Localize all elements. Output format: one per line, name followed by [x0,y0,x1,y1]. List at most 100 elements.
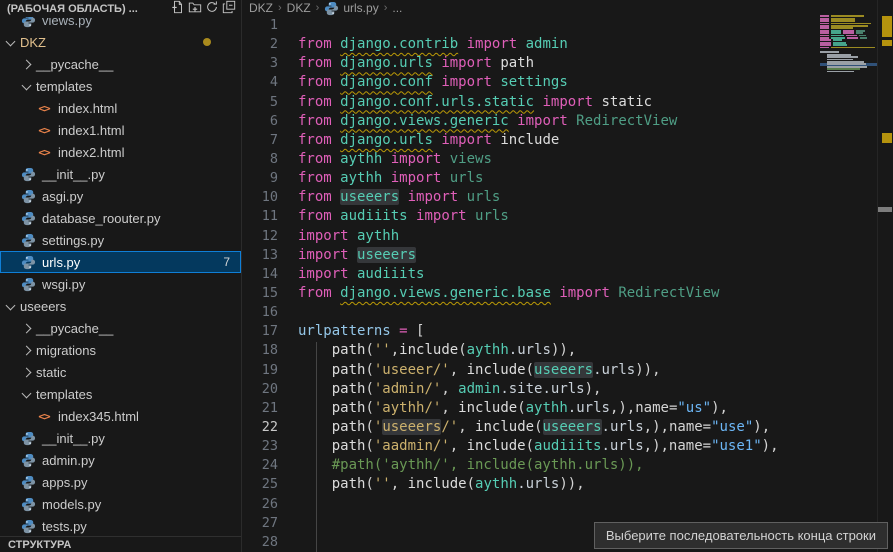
code-line-5[interactable]: 5from django.conf.urls.static import sta… [242,93,893,112]
code-token: urls [467,208,509,224]
code-line-21[interactable]: 21 path('aythh/', include(aythh.urls,),n… [242,399,893,418]
file-item-index-html[interactable]: <>index.html [0,97,241,119]
code-line-18[interactable]: 18 path('',include(aythh.urls)), [242,341,893,360]
code-token: include [458,400,517,416]
code-line-13[interactable]: 13import useeers [242,246,893,265]
code-token: ( [365,362,373,378]
chevron-down-icon[interactable] [20,387,34,401]
code-line-24[interactable]: 24 #path('aythh/', include(aythh.urls)), [242,456,893,475]
explorer-sidebar: (РАБОЧАЯ ОБЛАСТЬ) ... views.pyDKZ__pycac… [0,0,242,552]
python-file-icon [324,1,339,16]
folder-item-templates[interactable]: templates [0,383,241,405]
code-line-4[interactable]: 4from django.conf import settings [242,73,893,92]
line-number: 1 [242,16,278,35]
code-line-2[interactable]: 2from django.contrib import admin [242,35,893,54]
folder-item-static[interactable]: static [0,361,241,383]
folder-item-templates[interactable]: templates [0,75,241,97]
minimap[interactable] [820,13,877,93]
code-line-8[interactable]: 8from aythh import views [242,150,893,169]
code-token: , [450,438,467,454]
code-token: )), [635,362,660,378]
item-label: __init__.py [42,167,105,182]
new-folder-icon[interactable] [186,0,203,15]
code-line-20[interactable]: 20 path('admin/', admin.site.urls), [242,380,893,399]
code-line-23[interactable]: 23 path('aadmin/', include(audiiits.urls… [242,437,893,456]
file-item-apps-py[interactable]: apps.py [0,471,241,493]
code-line-26[interactable]: 26 [242,495,893,514]
item-label: tests.py [42,519,87,534]
chevron-right-icon[interactable] [20,365,34,379]
code-token: from [298,74,340,90]
breadcrumb-item-dkz[interactable]: DKZ [287,1,311,15]
file-item-index345-html[interactable]: <>index345.html [0,405,241,427]
code-line-22[interactable]: 22 path('useeers/', include(useeers.urls… [242,418,893,437]
chevron-right-icon[interactable] [20,321,34,335]
code-line-19[interactable]: 19 path('useeer/', include(useeers.urls)… [242,361,893,380]
code-token: import [298,266,349,282]
code-token: path [492,55,534,71]
folder-item-useeers[interactable]: useeers [0,295,241,317]
folder-item--pycache-[interactable]: __pycache__ [0,317,241,339]
outline-label: СТРУКТУРА [8,539,71,551]
code-token: .urls [602,419,644,435]
file-item-admin-py[interactable]: admin.py [0,449,241,471]
file-item-database-roouter-py[interactable]: database_roouter.py [0,207,241,229]
outline-section-header[interactable]: СТРУКТУРА [0,536,241,552]
code-line-17[interactable]: 17urlpatterns = [ [242,322,893,341]
file-item-asgi-py[interactable]: asgi.py [0,185,241,207]
refresh-icon[interactable] [203,0,220,15]
breadcrumb-item--[interactable]: ... [392,1,402,15]
python-file-icon [20,211,36,226]
item-label: templates [36,79,92,94]
file-item-index2-html[interactable]: <>index2.html [0,141,241,163]
code-line-1[interactable]: 1 [242,16,893,35]
file-item-wsgi-py[interactable]: wsgi.py [0,273,241,295]
code-line-7[interactable]: 7from django.urls import include [242,131,893,150]
new-file-icon[interactable] [169,0,186,15]
file-item--init-py[interactable]: __init__.py [0,163,241,185]
code-line-14[interactable]: 14import audiiits [242,265,893,284]
tooltip-text: Выберите последовательность конца строки [606,528,876,543]
collapse-all-icon[interactable] [220,0,237,15]
folder-item--pycache-[interactable]: __pycache__ [0,53,241,75]
python-file-icon [20,167,36,182]
breadcrumb-item-dkz[interactable]: DKZ [249,1,273,15]
code-line-11[interactable]: 11from audiiits import urls [242,207,893,226]
code-line-10[interactable]: 10from useeers import urls [242,188,893,207]
chevron-right-icon[interactable] [20,343,34,357]
line-number: 15 [242,284,278,303]
chevron-right-icon[interactable] [20,57,34,71]
code-token: from [298,94,340,110]
code-token [399,189,407,205]
code-token: .urls [601,438,643,454]
file-item-index1-html[interactable]: <>index1.html [0,119,241,141]
file-item-settings-py[interactable]: settings.py [0,229,241,251]
html-file-icon: <> [36,410,52,423]
code-line-12[interactable]: 12import aythh [242,227,893,246]
code-line-9[interactable]: 9from aythh import urls [242,169,893,188]
code-line-15[interactable]: 15from django.views.generic.base import … [242,284,893,303]
file-item-urls-py[interactable]: urls.py7 [0,251,241,273]
code-line-25[interactable]: 25 path('', include(aythh.urls)), [242,475,893,494]
item-label: index.html [58,101,117,116]
chevron-down-icon[interactable] [4,35,18,49]
code-token: import [298,228,349,244]
folder-item-dkz[interactable]: DKZ [0,31,241,53]
code-line-3[interactable]: 3from django.urls import path [242,54,893,73]
file-item-models-py[interactable]: models.py [0,493,241,515]
chevron-down-icon[interactable] [4,299,18,313]
code-token: useeers [357,247,416,263]
folder-item-migrations[interactable]: migrations [0,339,241,361]
chevron-down-icon[interactable] [20,79,34,93]
code-token: aythh [475,476,517,492]
file-item--init-py[interactable]: __init__.py [0,427,241,449]
breadcrumb-item-urls-py[interactable]: urls.py [324,1,378,16]
line-number: 21 [242,399,278,418]
overview-ruler[interactable] [877,0,893,552]
code-token: 'useeer/' [374,362,450,378]
file-item-tests-py[interactable]: tests.py [0,515,241,537]
code-line-6[interactable]: 6from django.views.generic import Redire… [242,112,893,131]
code-area[interactable]: 12from django.contrib import admin3from … [242,16,893,552]
code-line-16[interactable]: 16 [242,303,893,322]
indent-guide [316,342,317,552]
